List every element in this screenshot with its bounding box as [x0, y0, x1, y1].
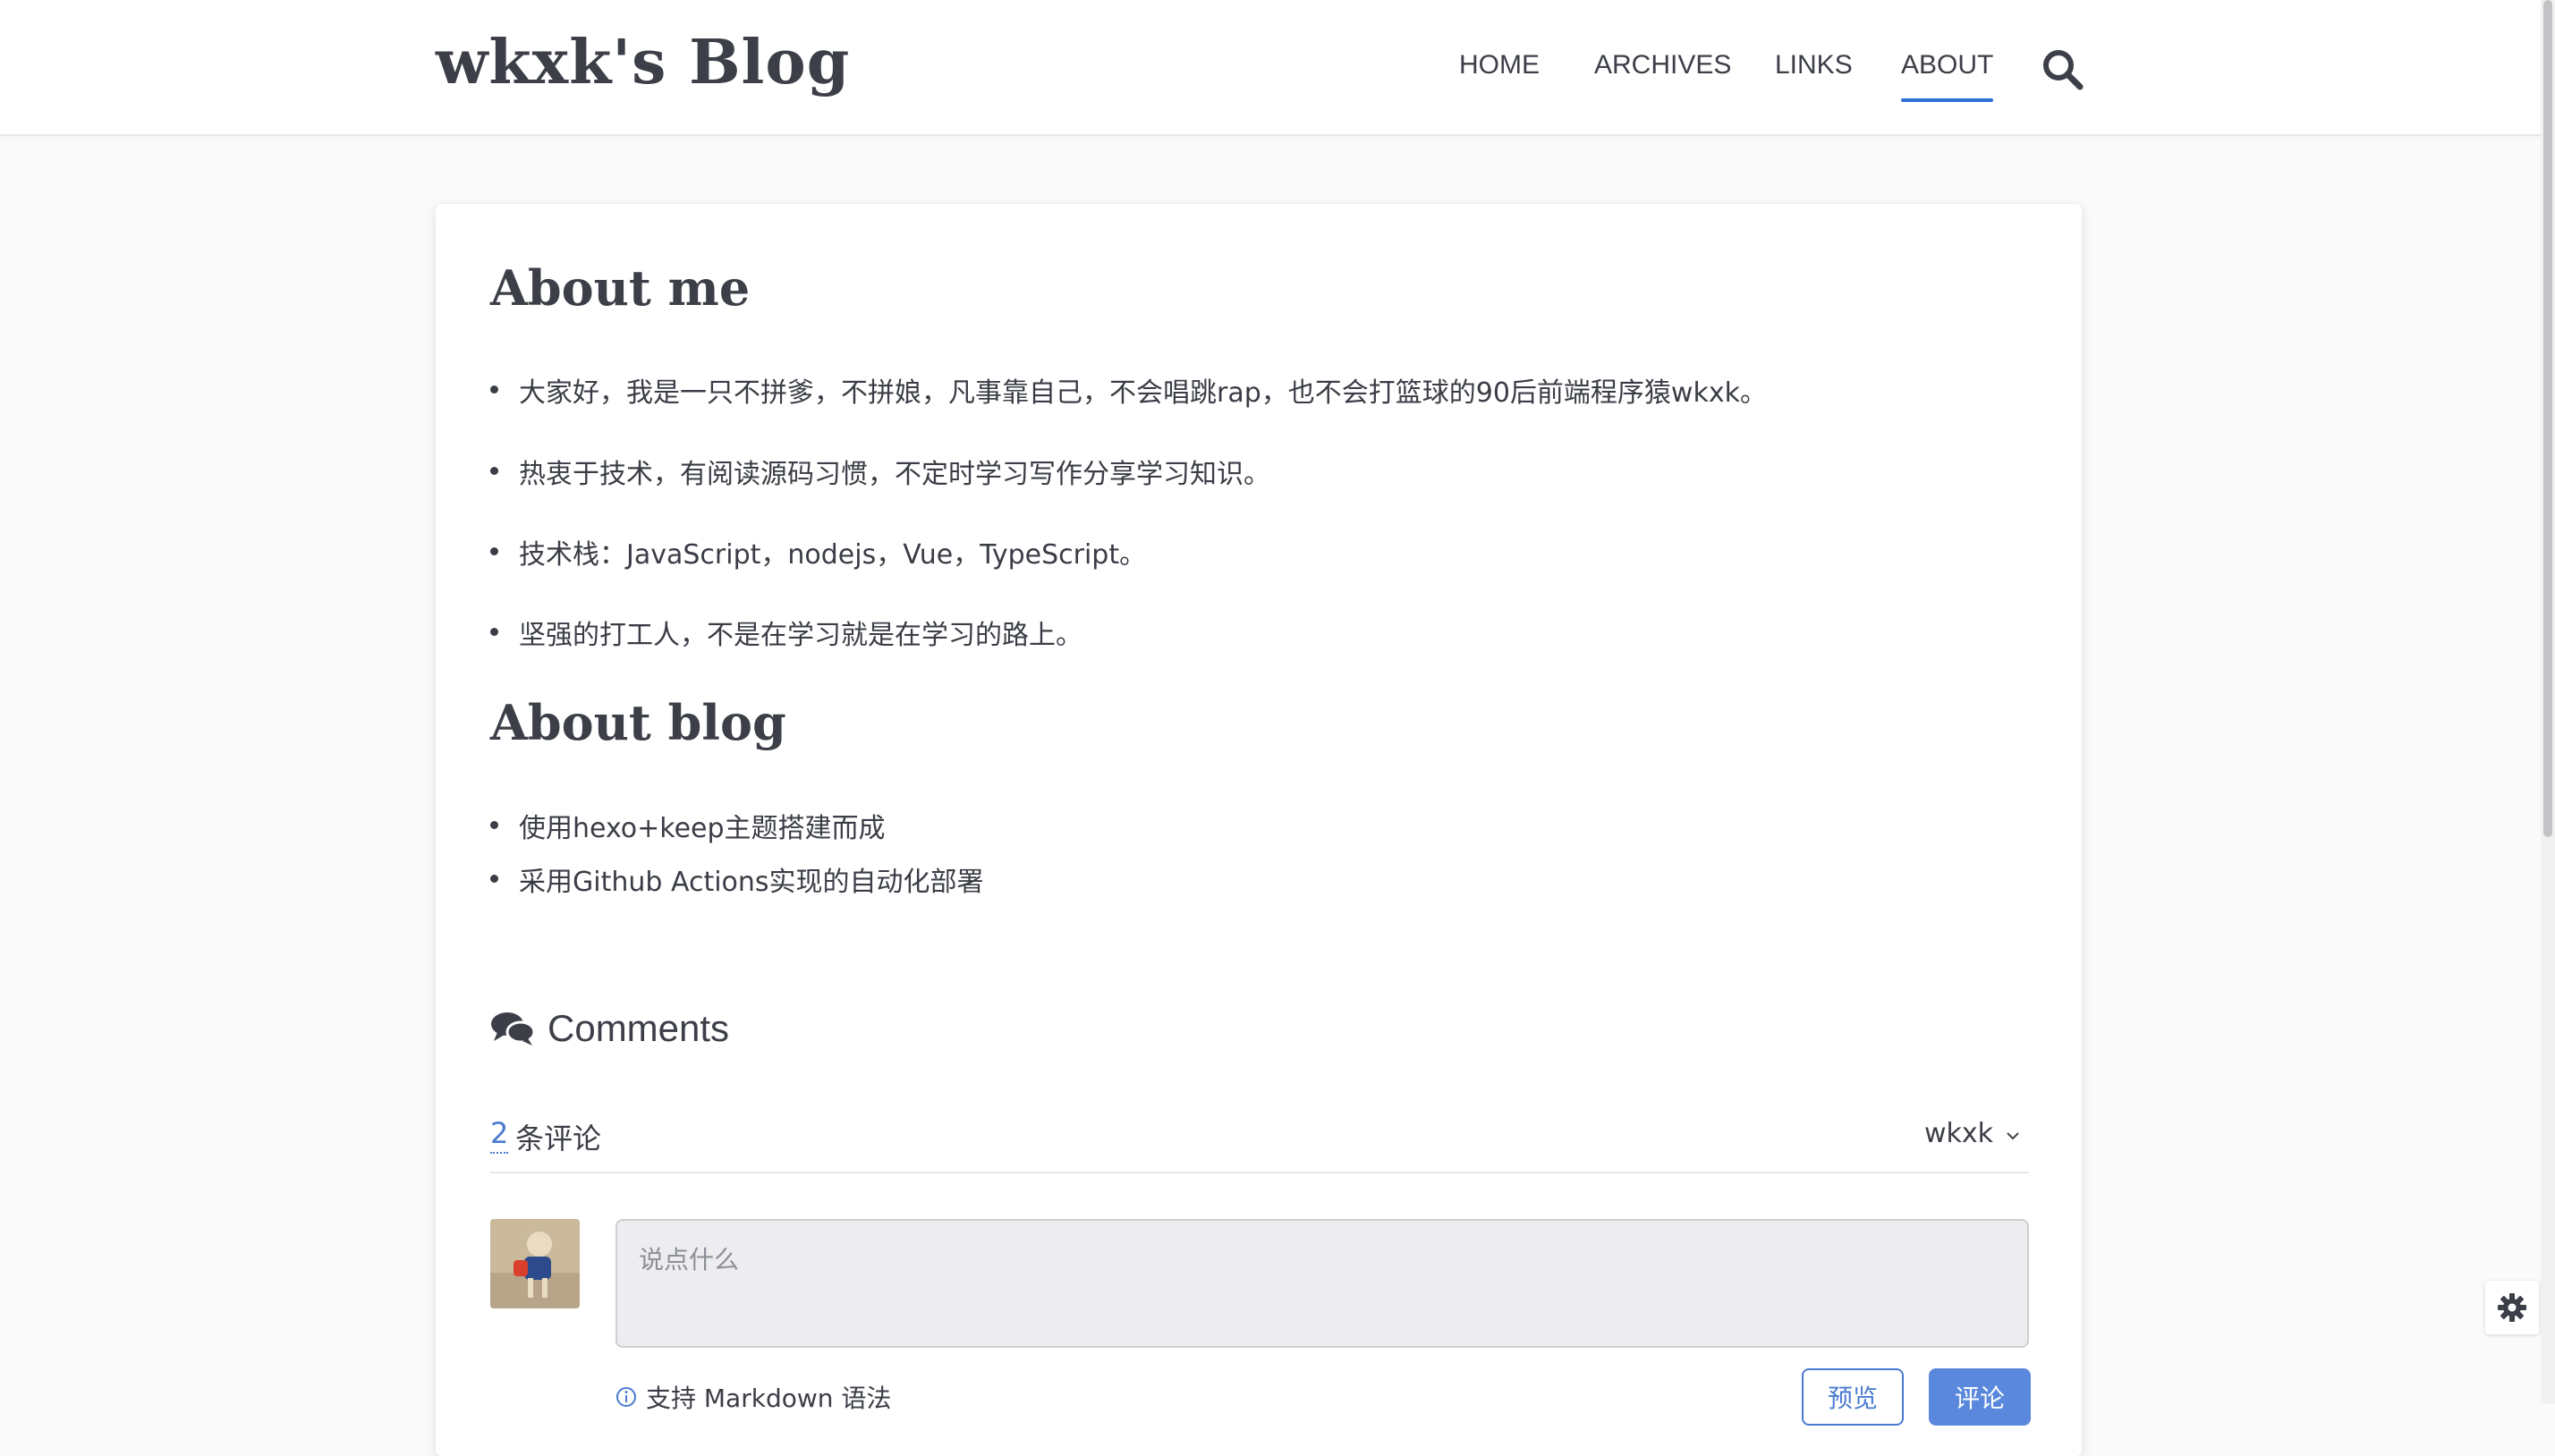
info-icon [616, 1387, 636, 1407]
markdown-hint: 支持 Markdown 语法 [615, 1379, 891, 1415]
comment-count-label: 条评论 [515, 1122, 602, 1155]
list-item: 采用Github Actions实现的自动化部署 [490, 859, 984, 899]
preview-button[interactable]: 预览 [1802, 1368, 1904, 1426]
nav-home[interactable]: HOME [1459, 50, 1540, 80]
settings-button[interactable] [2485, 1281, 2539, 1334]
search-icon[interactable] [2041, 47, 2084, 90]
avatar [490, 1219, 580, 1308]
article-card: About me 大家好，我是一只不拼爹，不拼娘，凡事靠自己，不会唱跳rap，也… [436, 204, 2082, 1456]
list-item: 坚强的打工人，不是在学习就是在学习的路上。 [490, 613, 1082, 652]
comment-count-row: 2 条评论 wkxk [490, 1116, 2029, 1173]
list-item: 使用hexo+keep主题搭建而成 [490, 806, 886, 845]
comment-input[interactable]: 说点什么 [615, 1219, 2029, 1348]
scrollbar-thumb[interactable] [2543, 0, 2552, 837]
markdown-hint-text: 支持 Markdown 语法 [646, 1384, 892, 1413]
comments-icon [491, 1012, 535, 1045]
nav-links[interactable]: LINKS [1775, 50, 1853, 80]
submit-comment-button[interactable]: 评论 [1929, 1368, 2031, 1426]
chevron-down-icon[interactable] [2004, 1127, 2022, 1145]
site-logo[interactable]: wkxk's Blog [436, 27, 850, 98]
nav-archives[interactable]: ARCHIVES [1594, 50, 1731, 80]
user-menu[interactable]: wkxk [1924, 1118, 1993, 1149]
list-item: 技术栈：JavaScript，nodejs，Vue，TypeScript。 [489, 532, 1146, 571]
list-item: 大家好，我是一只不拼爹，不拼娘，凡事靠自己，不会唱跳rap，也不会打篮球的90后… [490, 370, 1767, 410]
list-item: 热衷于技术，有阅读源码习惯，不定时学习写作分享学习知识。 [490, 452, 1270, 491]
about-me-heading: About me [490, 259, 751, 317]
comments-title: Comments [490, 1003, 729, 1054]
comment-count[interactable]: 2 [490, 1116, 509, 1154]
about-blog-heading: About blog [490, 694, 786, 751]
comment-placeholder: 说点什么 [639, 1245, 740, 1274]
site-header: wkxk's Blog HOME ARCHIVES LINKS ABOUT [0, 0, 2541, 136]
comments-heading: Comments [548, 1007, 730, 1049]
nav-about[interactable]: ABOUT [1901, 50, 1994, 102]
gear-icon [2498, 1293, 2526, 1322]
